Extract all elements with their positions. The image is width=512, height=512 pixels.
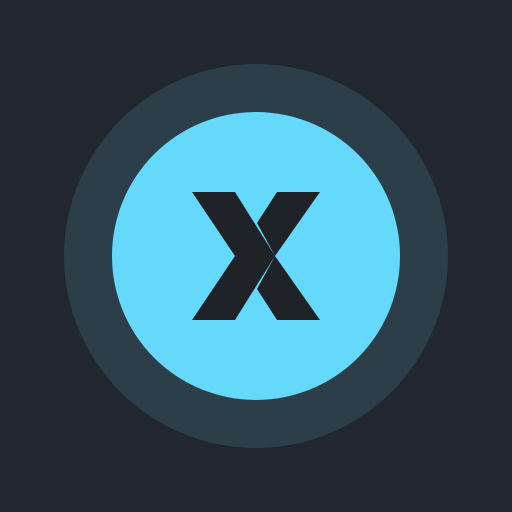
x-glyph-icon [192, 192, 320, 320]
x-glyph-shape [192, 192, 320, 320]
app-icon-canvas: X [0, 0, 512, 512]
